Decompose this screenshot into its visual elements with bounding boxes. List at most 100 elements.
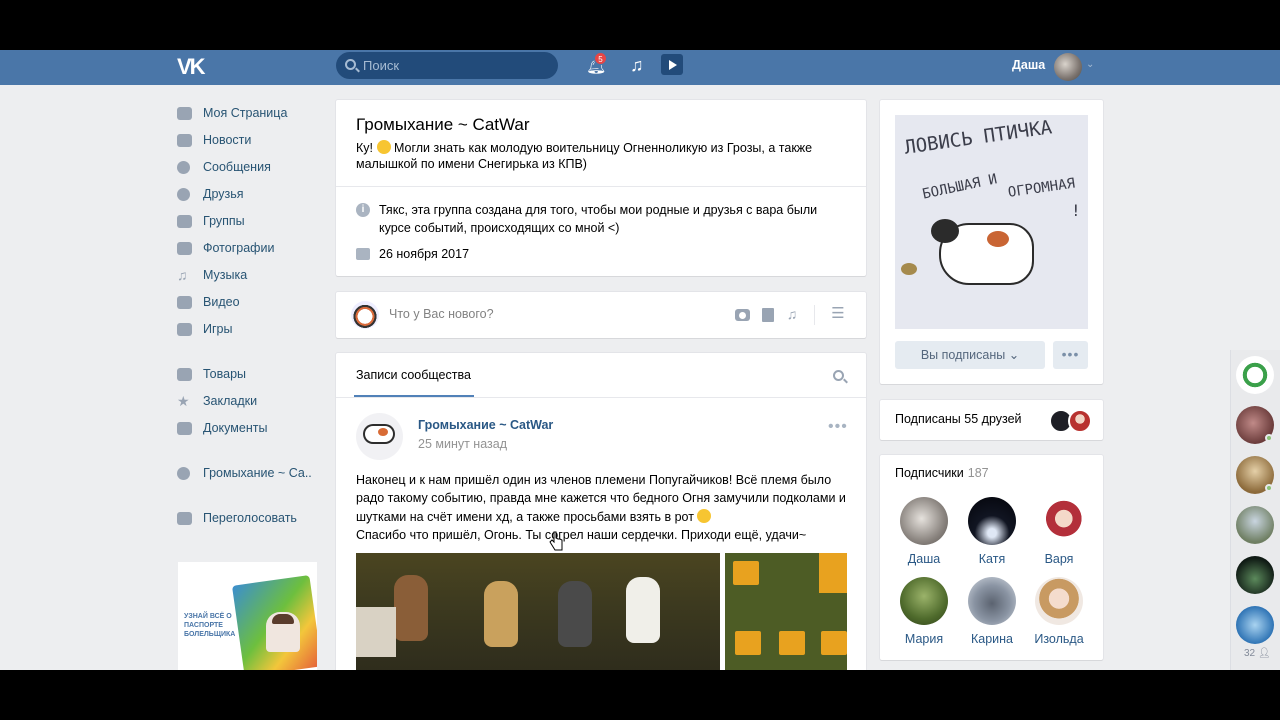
group-created-text: 26 ноября 2017 — [379, 247, 470, 261]
user-name[interactable]: Даша — [1012, 58, 1045, 72]
goods-icon — [177, 368, 192, 381]
home-icon — [177, 107, 192, 120]
vk-page: VK Поиск 🔔︎ 5 ♫ Даша ⌄ Моя Страница Ново… — [0, 50, 1280, 670]
post-text: Наконец и к нам пришёл один из членов пл… — [356, 471, 851, 544]
user-avatar[interactable] — [1054, 53, 1082, 81]
cover-text: ОГРОМНАЯ — [1007, 175, 1077, 201]
friends-icon — [177, 188, 190, 201]
chat-avatar[interactable] — [1236, 506, 1274, 544]
music-player-icon[interactable]: ♫ — [630, 55, 644, 76]
subscriber-avatar[interactable] — [900, 577, 948, 625]
search-placeholder: Поиск — [363, 58, 400, 73]
more-options-icon[interactable]: ••• — [828, 418, 848, 436]
sidebar-divider — [177, 442, 327, 460]
sidebar-item-label: Фотографии — [203, 241, 275, 255]
sidebar-item-news[interactable]: Новости — [177, 127, 327, 154]
sidebar-item-photos[interactable]: Фотографии — [177, 235, 327, 262]
search-input[interactable]: Поиск — [336, 52, 558, 79]
cover-text: ЛОВИСЬ ПТИЧКА — [903, 116, 1054, 159]
tab-community-posts[interactable]: Записи сообщества — [356, 368, 471, 382]
sidebar-item-label: Друзья — [203, 187, 244, 201]
apps-grid-icon — [177, 512, 192, 525]
subscriber-name[interactable]: Даша — [890, 552, 958, 566]
group-cover-image[interactable]: ЛОВИСЬ ПТИЧКА БОЛЬШАЯ И ОГРОМНАЯ ! — [895, 115, 1088, 329]
divider — [336, 397, 866, 398]
post-photo-game[interactable] — [725, 553, 847, 670]
post-time[interactable]: 25 минут назад — [418, 437, 507, 451]
sidebar-item-friends[interactable]: Друзья — [177, 181, 327, 208]
sidebar-item-music[interactable]: ♫ Музыка — [177, 262, 327, 289]
music-note-icon[interactable]: ♫ — [784, 306, 800, 322]
subscriber-avatar[interactable] — [968, 577, 1016, 625]
camera-icon[interactable] — [735, 309, 750, 321]
sidebar-item-groups[interactable]: Группы — [177, 208, 327, 235]
composer-avatar — [351, 301, 379, 329]
subscribed-button[interactable]: Вы подписаны ⌄ — [895, 341, 1045, 369]
cat-figure — [484, 581, 518, 647]
cat-figure — [394, 575, 428, 641]
subscriber-avatar[interactable] — [1035, 577, 1083, 625]
smile-emoji-icon — [376, 140, 391, 154]
sidebar-item-app[interactable]: Переголосовать — [177, 505, 327, 532]
online-status-dot — [1265, 484, 1273, 492]
sidebar-item-label: Моя Страница — [203, 106, 288, 120]
sidebar-divider — [177, 487, 327, 505]
subscriber-name[interactable]: Варя — [1025, 552, 1093, 566]
sidebar-ad-banner[interactable]: УЗНАЙ ВСЁ О ПАСПОРТЕ БОЛЕЛЬЩИКА — [178, 562, 317, 670]
group-cover-card: ЛОВИСЬ ПТИЧКА БОЛЬШАЯ И ОГРОМНАЯ ! Вы по… — [880, 100, 1103, 384]
friends-subscribed-card[interactable]: Подписаны 55 друзей — [880, 400, 1103, 440]
chat-avatar[interactable] — [1236, 556, 1274, 594]
sidebar-item-label: Громыхание ~ Са.. — [203, 466, 312, 480]
sidebar-item-group-link[interactable]: Громыхание ~ Са.. — [177, 460, 327, 487]
video-icon — [177, 296, 192, 309]
post-author[interactable]: Громыхание ~ CatWar — [418, 418, 553, 432]
subscriber-name[interactable]: Изольда — [1025, 632, 1093, 646]
subscriber-avatar[interactable] — [968, 497, 1016, 545]
subscriber-name[interactable]: Катя — [958, 552, 1026, 566]
sidebar-item-messages[interactable]: Сообщения — [177, 154, 327, 181]
sidebar-item-video[interactable]: Видео — [177, 289, 327, 316]
group-status-prefix: Ку! — [356, 141, 374, 155]
cover-text: ! — [1071, 201, 1081, 220]
divider — [814, 305, 815, 325]
search-icon — [345, 59, 356, 70]
calendar-icon — [356, 248, 370, 260]
sidebar-item-label: Видео — [203, 295, 240, 309]
subscribers-title[interactable]: Подписчики 187 — [895, 466, 989, 480]
video-play-icon[interactable] — [661, 54, 683, 75]
sidebar-item-my-page[interactable]: Моя Страница — [177, 100, 327, 127]
subscriber-avatar[interactable] — [900, 497, 948, 545]
sidebar-item-documents[interactable]: Документы — [177, 415, 327, 442]
sidebar-item-goods[interactable]: Товары — [177, 361, 327, 388]
subscriber-name[interactable]: Карина — [958, 632, 1026, 646]
subscriber-name[interactable]: Мария — [890, 632, 958, 646]
sidebar-item-games[interactable]: Игры — [177, 316, 327, 343]
chat-avatar[interactable] — [1236, 606, 1274, 644]
search-icon[interactable] — [833, 370, 844, 381]
group-title: Громыхание ~ CatWar — [356, 115, 530, 134]
more-actions-button[interactable]: ••• — [1053, 341, 1088, 369]
group-status-text: Могли знать как молодую воительницу Огне… — [356, 141, 813, 171]
online-friends-count[interactable]: 32 👤︎ — [1244, 648, 1271, 659]
subscribed-label: Вы подписаны — [920, 348, 1006, 362]
sidebar-item-label: Группы — [203, 214, 245, 228]
group-status: Ку! Могли знать как молодую воительницу … — [356, 140, 846, 172]
star-icon: ★ — [177, 393, 190, 409]
messages-icon — [177, 161, 190, 174]
composer-placeholder[interactable]: Что у Вас нового? — [389, 307, 494, 321]
vk-logo[interactable]: VK — [177, 55, 211, 79]
post-text-main: Наконец и к нам пришёл один из членов пл… — [356, 473, 846, 524]
sidebar-item-label: Музыка — [203, 268, 248, 282]
chevron-down-icon[interactable]: ⌄ — [1086, 59, 1094, 70]
subscriber-avatar[interactable] — [1035, 497, 1083, 545]
sidebar-item-label: Товары — [203, 367, 246, 381]
text-format-icon[interactable]: ☰ — [830, 306, 846, 322]
game-tile — [735, 631, 761, 655]
post-author-avatar[interactable] — [356, 413, 403, 460]
chat-avatar[interactable] — [1236, 356, 1274, 394]
video-film-icon[interactable] — [762, 308, 774, 322]
post-composer[interactable]: Что у Вас нового? ♫ ☰ — [336, 292, 866, 338]
post-photo-cats[interactable] — [356, 553, 720, 670]
online-status-dot — [1265, 434, 1273, 442]
sidebar-item-bookmarks[interactable]: ★ Закладки — [177, 388, 327, 415]
